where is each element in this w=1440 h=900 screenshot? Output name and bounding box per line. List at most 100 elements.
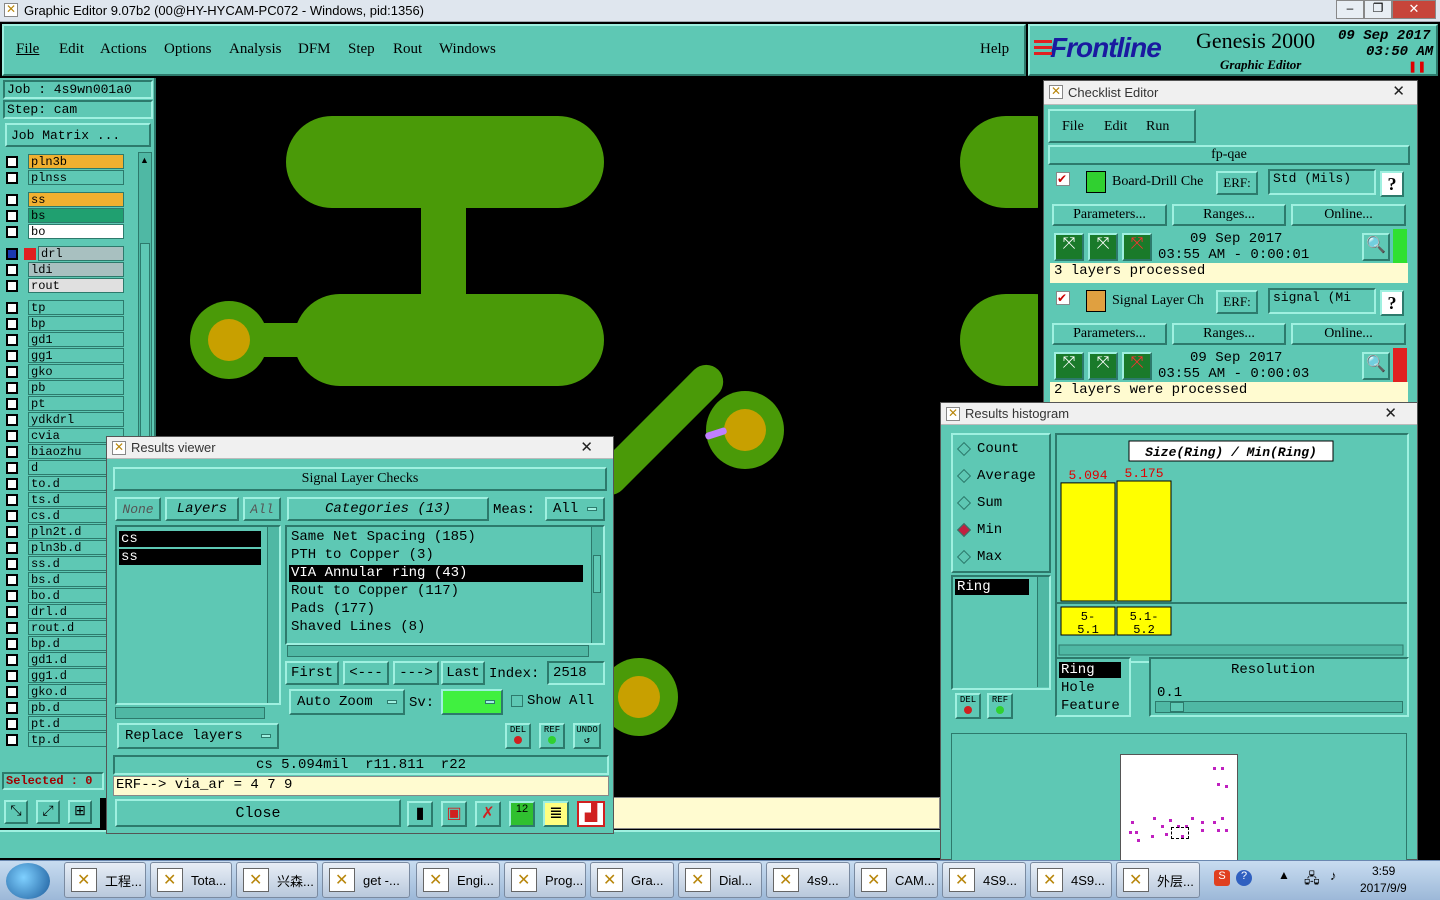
index-input[interactable]: 2518: [547, 661, 605, 685]
tray-arrow-icon[interactable]: ▲: [1278, 868, 1290, 882]
layer-row[interactable]: pt: [6, 396, 124, 411]
layer-checkbox[interactable]: [6, 397, 18, 410]
first-button[interactable]: First: [285, 661, 339, 685]
category-item[interactable]: VIA Annular ring (43): [289, 565, 583, 582]
prev-button[interactable]: <---: [343, 661, 389, 685]
close-icon[interactable]: ✕: [1392, 82, 1405, 100]
menu-analysis[interactable]: Analysis: [229, 41, 282, 58]
none-button[interactable]: None: [115, 497, 161, 521]
delete-icon[interactable]: ✗: [475, 801, 501, 827]
taskbar-item[interactable]: 外层...: [1116, 862, 1200, 898]
layer-checkbox[interactable]: [6, 669, 18, 682]
layer-checkbox[interactable]: [6, 733, 18, 746]
ref-button[interactable]: REF: [987, 693, 1013, 719]
option-min[interactable]: Min: [956, 522, 1002, 538]
red-select-icon[interactable]: ▣: [441, 801, 467, 827]
minimize-button[interactable]: –: [1336, 0, 1364, 19]
layer-checkbox[interactable]: [6, 541, 18, 554]
layer-item-ss[interactable]: ss: [119, 549, 261, 565]
parameters-button[interactable]: Parameters...: [1052, 204, 1167, 226]
grid-icon[interactable]: ⊞: [68, 800, 92, 824]
layer-checkbox[interactable]: [6, 477, 18, 490]
layer-checkbox[interactable]: [6, 653, 18, 666]
layer-checkbox[interactable]: [6, 155, 18, 168]
results-zoom-icon[interactable]: 🔍: [1362, 352, 1390, 380]
erf-button[interactable]: ERF:: [1216, 171, 1258, 195]
taskbar-item[interactable]: CAM...: [854, 862, 938, 898]
layer-checkbox[interactable]: [6, 685, 18, 698]
volume-icon[interactable]: ♪: [1330, 868, 1337, 883]
option-sum[interactable]: Sum: [956, 495, 1002, 511]
option-max[interactable]: Max: [956, 549, 1002, 565]
replace-layers-select[interactable]: Replace layers: [117, 723, 279, 749]
layer-row[interactable]: bo: [6, 224, 124, 239]
last-button[interactable]: Last: [441, 661, 485, 685]
menu-help[interactable]: Help: [980, 41, 1009, 58]
category-item[interactable]: Same Net Spacing (185): [289, 529, 583, 546]
layer-checkbox[interactable]: [6, 509, 18, 522]
histogram-icon[interactable]: ▟: [577, 801, 605, 827]
layer-checkbox[interactable]: [6, 461, 18, 474]
option-average[interactable]: Average: [956, 468, 1036, 484]
category-item[interactable]: PTH to Copper (3): [289, 547, 583, 564]
run-icon[interactable]: ⤧: [1054, 352, 1084, 380]
layer-checkbox[interactable]: [6, 717, 18, 730]
ranges-button[interactable]: Ranges...: [1172, 204, 1286, 226]
online-button[interactable]: Online...: [1291, 204, 1406, 226]
layer-checkbox[interactable]: [6, 317, 18, 330]
close-viewer-button[interactable]: Close: [115, 799, 401, 827]
option-count[interactable]: Count: [956, 441, 1019, 457]
layer-checkbox[interactable]: [6, 333, 18, 346]
online-button[interactable]: Online...: [1291, 323, 1406, 345]
zoom-fit-icon[interactable]: ⤡: [4, 800, 28, 824]
layer-checkbox[interactable]: [6, 209, 18, 222]
maximize-button[interactable]: ❐: [1364, 0, 1392, 19]
results-zoom-icon[interactable]: 🔍: [1362, 233, 1390, 261]
sv-color-select[interactable]: [441, 689, 503, 715]
menu-dfm[interactable]: DFM: [298, 41, 331, 58]
layer-row[interactable]: bp: [6, 316, 124, 331]
layer-checkbox[interactable]: [6, 525, 18, 538]
layer-row[interactable]: pln3b: [6, 154, 124, 169]
layer-checkbox[interactable]: [6, 589, 18, 602]
taskbar-item[interactable]: get -...: [322, 862, 410, 898]
taskbar-item[interactable]: 兴森...: [236, 862, 318, 898]
all-button[interactable]: All: [243, 497, 281, 521]
start-button[interactable]: [6, 863, 50, 899]
run-selected-icon[interactable]: ⤧: [1088, 233, 1118, 261]
enabled-checkbox[interactable]: ✔: [1056, 291, 1070, 305]
number-icon[interactable]: 12: [509, 801, 535, 827]
close-icon[interactable]: ✕: [1384, 404, 1397, 422]
category-item[interactable]: Pads (177): [289, 601, 583, 618]
erf-value[interactable]: Std (Mils): [1268, 169, 1376, 195]
network-icon[interactable]: 🖧: [1304, 868, 1320, 892]
help-icon[interactable]: ?: [1236, 870, 1252, 886]
layer-row[interactable]: gd1: [6, 332, 124, 347]
taskbar-item[interactable]: 4s9...: [766, 862, 850, 898]
ranges-button[interactable]: Ranges...: [1172, 323, 1286, 345]
next-button[interactable]: --->: [393, 661, 439, 685]
parameters-button[interactable]: Parameters...: [1052, 323, 1167, 345]
layer-row[interactable]: bs: [6, 208, 124, 223]
menu-file[interactable]: File: [1062, 119, 1084, 135]
resolution-slider[interactable]: [1155, 701, 1403, 713]
layer-checkbox[interactable]: [6, 573, 18, 586]
type-item[interactable]: Ring: [1059, 662, 1121, 678]
layer-row[interactable]: gko: [6, 364, 124, 379]
enabled-checkbox[interactable]: ✔: [1056, 172, 1070, 186]
layer-checkbox[interactable]: [6, 263, 18, 276]
layer-checkbox[interactable]: [6, 247, 18, 260]
list-scrollbar[interactable]: [1037, 577, 1049, 687]
taskbar-item[interactable]: Engi...: [416, 862, 500, 898]
clock-time[interactable]: 3:59: [1372, 864, 1395, 878]
bar-icon[interactable]: ▮: [407, 801, 433, 827]
list-item[interactable]: Ring: [955, 579, 1029, 595]
report-icon[interactable]: ≣: [543, 801, 569, 827]
overview-view-box[interactable]: [1171, 827, 1189, 839]
menu-actions[interactable]: Actions: [100, 41, 147, 58]
layer-checkbox[interactable]: [6, 557, 18, 570]
taskbar-item[interactable]: 4S9...: [942, 862, 1026, 898]
taskbar-item[interactable]: Gra...: [590, 862, 674, 898]
layer-checkbox[interactable]: [6, 193, 18, 206]
menu-edit[interactable]: Edit: [59, 41, 84, 58]
